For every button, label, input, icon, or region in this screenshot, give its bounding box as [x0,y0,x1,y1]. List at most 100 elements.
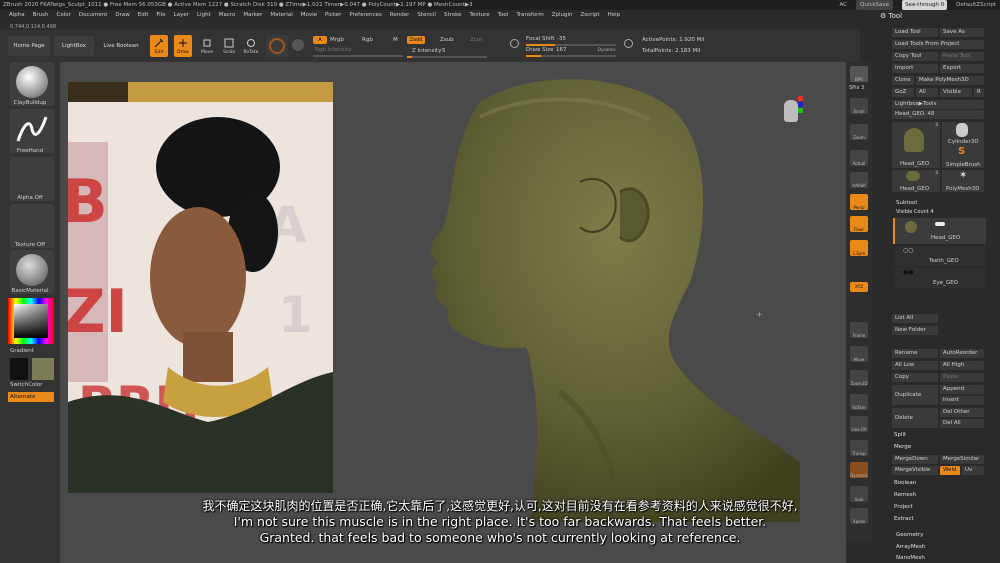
draw-button[interactable]: Draw [174,35,192,57]
zoom-button[interactable]: Zoom [850,124,868,140]
paste-tool-button[interactable]: Paste Tool [940,52,984,61]
zcut-button[interactable]: Zcut [470,37,482,43]
list-all-button[interactable]: List All [892,314,938,323]
zadd-button[interactable]: Zadd [407,36,425,44]
transp-button[interactable]: Transp [850,440,868,456]
all-low-button[interactable]: All Low [892,361,938,370]
all-button[interactable]: All [916,88,938,97]
rgb-intensity-track[interactable] [313,55,403,57]
actual-button[interactable]: Actual [850,150,868,166]
menu-tool[interactable]: Tool [498,10,509,20]
duplicate-button[interactable]: Duplicate [892,385,938,405]
edit-button[interactable]: Edit [150,35,168,57]
default-zscript-button[interactable]: DefaultZScript [956,0,996,10]
visible-button[interactable]: Visible [940,88,972,97]
rgb-intensity-slider[interactable]: Rgb Intensity [315,47,352,53]
menu-color[interactable]: Color [57,10,71,20]
all-high-button[interactable]: All High [940,361,984,370]
head-geo-slider[interactable]: Head_GEO. 48 [892,110,984,119]
del-other-button[interactable]: Del Other [940,408,984,417]
xyz-button[interactable]: XYZ [850,282,868,292]
menu-stroke[interactable]: Stroke [444,10,462,20]
tool-thumb-cylinder[interactable]: Cylinder3D [942,122,984,146]
scale-button[interactable]: Scale [220,35,238,57]
menu-material[interactable]: Material [270,10,292,20]
merge-visible-button[interactable]: MergeVisible [892,466,938,475]
weld-toggle[interactable]: Weld [940,466,960,475]
aahalf-button[interactable]: AAHalf [850,172,868,188]
z-intensity-value[interactable]: 5 [442,48,446,54]
material-sphere-button[interactable] [266,35,288,57]
move-button[interactable]: Move [198,35,216,57]
append-button[interactable]: Append [940,385,984,394]
split-header[interactable]: Split [894,432,906,438]
menu-marker[interactable]: Marker [243,10,262,20]
boolean-header[interactable]: Boolean [894,480,916,486]
menu-light[interactable]: Light [197,10,211,20]
menu-file[interactable]: File [156,10,165,20]
dynamic-toggle[interactable]: Dynamic [598,47,616,52]
draw-size-slider[interactable] [526,55,616,57]
menu-help[interactable]: Help [608,10,621,20]
color-dot[interactable] [292,39,304,51]
menu-zscript[interactable]: Zscript [580,10,599,20]
menu-texture[interactable]: Texture [470,10,490,20]
menu-stencil[interactable]: Stencil [417,10,436,20]
stroke-freehand[interactable] [10,109,54,153]
del-all-button[interactable]: Del All [940,419,984,428]
visibility-toggle[interactable] [935,222,945,226]
save-as-button[interactable]: Save As [940,28,984,37]
new-folder-button[interactable]: New Folder [892,326,938,335]
menu-macro[interactable]: Macro [219,10,236,20]
goz-button[interactable]: GoZ [892,88,914,97]
color-square[interactable] [14,304,48,338]
menu-layer[interactable]: Layer [174,10,189,20]
mrgb-button[interactable]: Mrgb [330,37,344,43]
zoom3d-button[interactable]: Zoom3D [850,370,868,386]
tool-thumb-head-geo-2[interactable]: 3 Head_GEO [892,170,940,192]
subtool-header[interactable]: Subtool [896,200,917,206]
r-button[interactable]: R [974,88,984,97]
rename-button[interactable]: Rename [892,349,938,358]
persp-button[interactable]: Persp [850,194,868,210]
subtool-item-eye[interactable]: ●● Eye_GEO [893,268,986,288]
auto-reorder-button[interactable]: AutoReorder [940,349,984,358]
make-polymesh-button[interactable]: Make PolyMesh3D [916,76,984,85]
navigation-head-icon[interactable] [780,96,804,126]
visible-count[interactable]: Visible Count 4 [896,209,934,215]
focal-shift-value[interactable]: -35 [557,36,566,42]
menu-preferences[interactable]: Preferences [349,10,381,20]
nanomesh-header[interactable]: NanoMesh [896,555,925,561]
menu-picker[interactable]: Picker [325,10,341,20]
lightbox-tools-button[interactable]: Lightbox▶Tools [892,100,984,109]
clone-button[interactable]: Clone [892,76,914,85]
alternate-button[interactable]: Alternate [8,392,54,402]
menu-render[interactable]: Render [390,10,410,20]
lightbox-button[interactable]: LightBox [54,36,94,56]
menu-document[interactable]: Document [79,10,108,20]
subtool-item-teeth[interactable]: ○○ Teeth_GEO [893,246,986,266]
secondary-color-swatch[interactable] [32,358,54,380]
delete-button[interactable]: Delete [892,408,938,428]
copy-button[interactable]: Copy [892,373,938,382]
menu-draw[interactable]: Draw [115,10,129,20]
menu-brush[interactable]: Brush [33,10,49,20]
a-button[interactable]: A [313,36,327,44]
subtool-item-head[interactable]: Head_GEO [893,218,986,244]
spix-control[interactable]: SPix 3 [849,85,864,91]
paste-button[interactable]: Paste [940,373,984,382]
lsym-button[interactable]: L.Sym [850,240,868,256]
export-button[interactable]: Export [940,64,984,73]
z-intensity-slider[interactable] [407,56,487,58]
live-boolean-button[interactable]: Live Boolean [98,36,144,56]
tool-thumb-head-geo[interactable]: 3 Head_GEO [892,122,940,168]
rotate-button[interactable]: RoTate [242,35,260,57]
tool-thumb-simplebrush[interactable]: S SimpleBrush [942,146,984,168]
insert-button[interactable]: Insert [940,396,984,405]
zsub-button[interactable]: Zsub [440,37,454,43]
merge-header[interactable]: Merge [894,444,911,450]
ac-label[interactable]: AC [839,0,847,10]
line-fill-button[interactable]: Line Fill [850,416,868,432]
merge-similar-button[interactable]: MergeSimilar [940,455,984,464]
menu-alpha[interactable]: Alpha [9,10,25,20]
